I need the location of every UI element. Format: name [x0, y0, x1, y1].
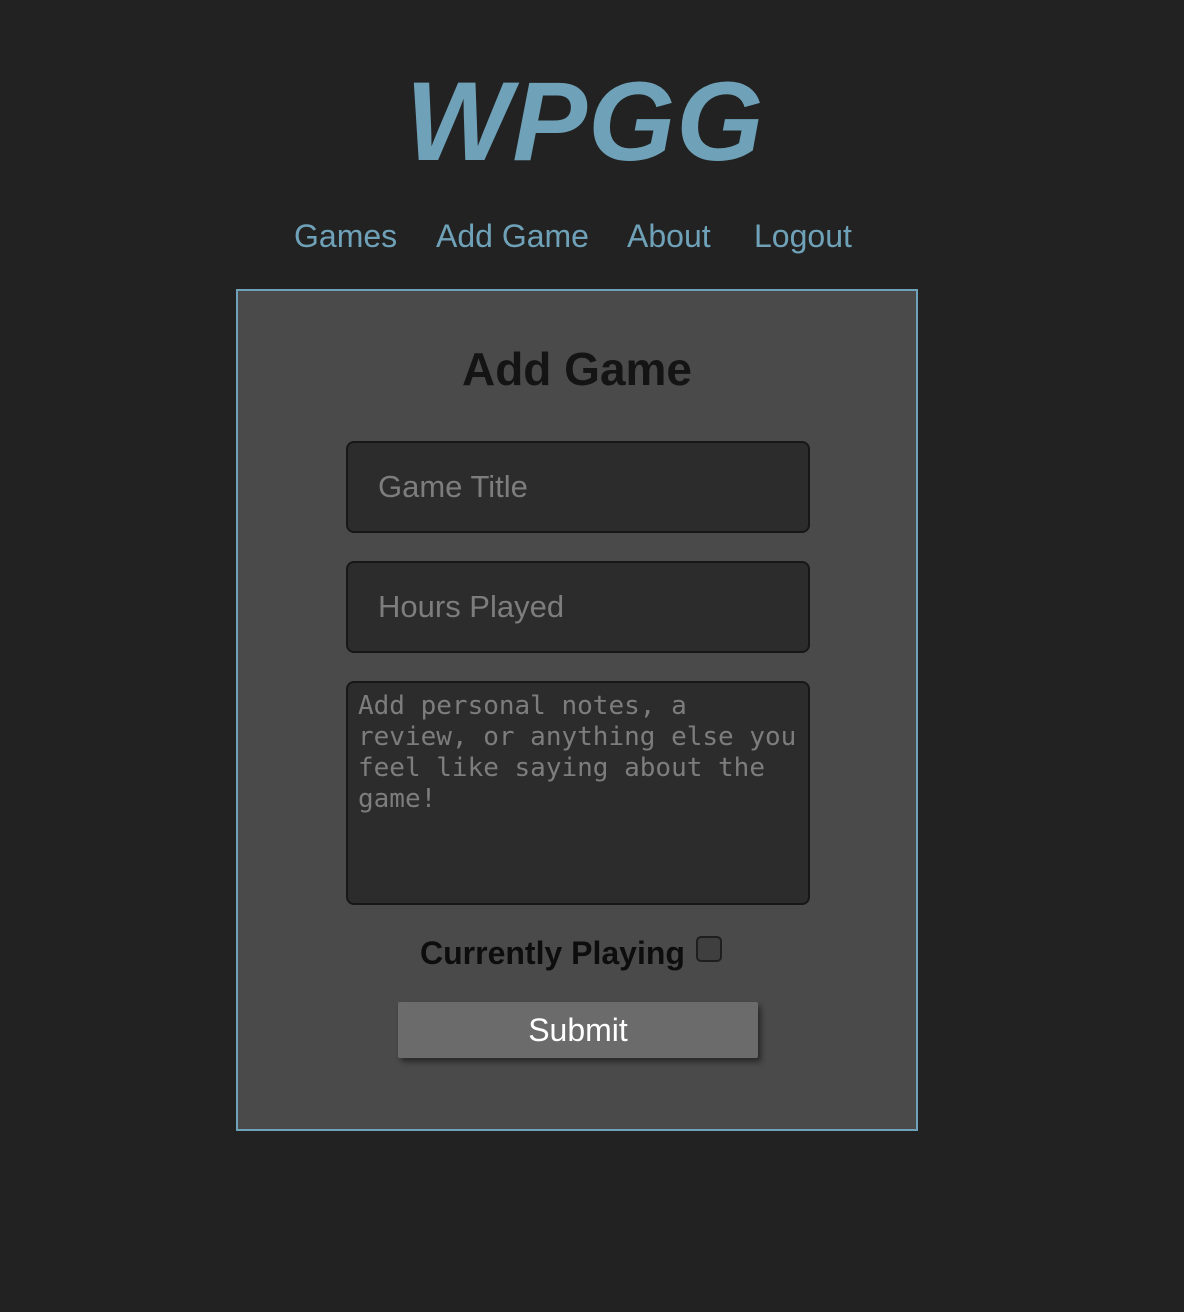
hours-played-input[interactable] [346, 561, 810, 653]
site-logo: WPGG [405, 59, 765, 184]
nav-link-games[interactable]: Games [294, 212, 397, 260]
currently-playing-label: Currently Playing [420, 935, 685, 971]
form-title: Add Game [461, 343, 693, 395]
nav-link-logout[interactable]: Logout [754, 212, 852, 260]
currently-playing-row: Currently Playing [238, 927, 916, 977]
nav-link-about[interactable]: About [627, 212, 711, 260]
submit-button[interactable]: Submit [398, 1002, 758, 1058]
game-title-input[interactable] [346, 441, 810, 533]
nav-link-add-game[interactable]: Add Game [436, 212, 589, 260]
notes-textarea[interactable] [346, 681, 810, 905]
currently-playing-checkbox[interactable] [696, 936, 722, 962]
add-game-form: Add Game Currently Playing Submit [236, 289, 918, 1131]
main-nav: Games Add Game About Logout [0, 212, 1184, 260]
